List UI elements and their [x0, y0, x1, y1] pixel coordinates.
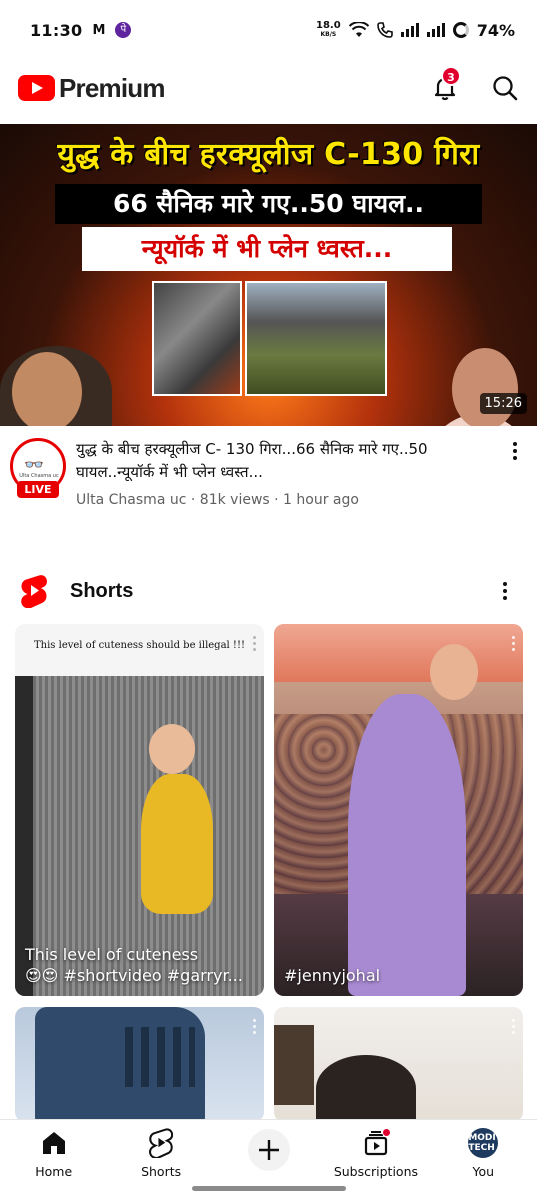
short-1-label: This level of cuteness 😍😍 #shortvideo #g…: [25, 944, 256, 986]
thumb-headline-2: 66 सैनिक मारे गए..50 घायल..: [55, 184, 482, 224]
header-actions: 3: [431, 66, 519, 102]
status-left: 11:30 M पे: [30, 20, 132, 40]
nav-create[interactable]: [215, 1120, 322, 1183]
signal-icon-2: [426, 23, 445, 37]
wifi-icon: [348, 22, 369, 37]
channel-name[interactable]: Ulta Chasma uc: [76, 492, 186, 508]
video-more-button[interactable]: [505, 438, 525, 464]
shorts-icon: [146, 1128, 176, 1158]
nav-subscriptions[interactable]: Subscriptions: [322, 1120, 429, 1183]
thumb-headline-1: युद्ध के बीच हरक्यूलीज C-130 गिरा: [57, 137, 480, 172]
short-4-frame: [274, 1025, 314, 1105]
you-avatar: MODI TECH: [468, 1128, 499, 1158]
subscriptions-new-dot: [381, 1128, 391, 1137]
video-meta: 👓 Ulta Chasma uc LIVE युद्ध के बीच हरक्य…: [0, 438, 537, 508]
thumb-anchor-head: [452, 348, 518, 426]
short-1-baby-head: [149, 724, 195, 774]
video-thumbnail[interactable]: युद्ध के बीच हरक्यूलीज C-130 गिरा 66 सैन…: [0, 124, 537, 426]
video-title[interactable]: युद्ध के बीच हरक्यूलीज C- 130 गिरा...66 …: [76, 438, 505, 484]
short-2-label-line1: #jennyjohal: [284, 966, 381, 985]
shorts-more-button[interactable]: [495, 578, 515, 604]
view-count: 81k views: [199, 492, 270, 508]
status-bar: 11:30 M पे 18.0 KB/S 74%: [0, 0, 537, 60]
short-1-label-line1: This level of cuteness: [25, 945, 199, 964]
phonepe-icon: पे: [115, 22, 132, 38]
nav-subscriptions-label: Subscriptions: [333, 1164, 419, 1179]
gmail-icon: M: [92, 22, 106, 38]
youtube-play-icon: [18, 75, 55, 101]
network-speed-unit: KB/S: [320, 31, 337, 38]
channel-avatar[interactable]: 👓 Ulta Chasma uc LIVE: [10, 438, 66, 498]
short-1-baby-dress: [141, 774, 213, 914]
subscriptions-icon: [361, 1128, 391, 1158]
short-2-singer: [348, 694, 466, 996]
upload-age: 1 hour ago: [283, 492, 359, 508]
short-card-1[interactable]: This level of cuteness should be illegal…: [15, 624, 264, 996]
short-card-4[interactable]: [274, 1007, 523, 1122]
short-card-3[interactable]: [15, 1007, 264, 1122]
shorts-logo-icon: [21, 575, 47, 608]
create-button[interactable]: [247, 1129, 290, 1171]
call-icon: [376, 22, 393, 38]
short-3-object-detail: [125, 1027, 195, 1087]
youtube-premium-logo[interactable]: Premium: [18, 73, 165, 104]
nav-shorts-label: Shorts: [141, 1164, 182, 1179]
short-4-person: [316, 1055, 416, 1122]
gesture-home-indicator[interactable]: [192, 1186, 346, 1191]
shorts-section-title: Shorts: [70, 579, 134, 602]
nav-home[interactable]: Home: [0, 1120, 107, 1183]
bottom-nav: Home Shorts Subscriptions MODI TECH You: [0, 1119, 537, 1183]
status-right: 18.0 KB/S 74%: [316, 21, 515, 40]
short-1-more-button[interactable]: [253, 636, 256, 651]
video-meta-text[interactable]: युद्ध के बीच हरक्यूलीज C- 130 गिरा...66 …: [76, 438, 505, 508]
short-2-more-button[interactable]: [512, 636, 515, 651]
thumb-panel-crash: [152, 281, 242, 396]
notification-badge: 3: [441, 66, 461, 86]
short-4-more-button[interactable]: [512, 1019, 515, 1034]
network-speed: 18.0 KB/S: [316, 21, 341, 39]
search-icon[interactable]: [491, 74, 519, 102]
app-header: Premium 3: [0, 62, 537, 114]
nav-shorts[interactable]: Shorts: [107, 1120, 214, 1183]
notifications-button[interactable]: 3: [431, 66, 461, 102]
short-3-more-button[interactable]: [253, 1019, 256, 1034]
battery-percent: 74%: [476, 20, 515, 40]
short-2-singer-head: [430, 644, 478, 700]
meta-separator: ·: [269, 492, 284, 508]
short-1-label-line2: 😍😍 #shortvideo #garryr...: [25, 966, 243, 985]
live-badge: LIVE: [17, 481, 59, 498]
network-speed-value: 18.0: [316, 20, 341, 31]
shorts-section-header: Shorts: [0, 566, 537, 616]
short-2-label: #jennyjohal: [284, 965, 515, 986]
logo-text: Premium: [59, 72, 165, 103]
nav-you-label: You: [472, 1164, 495, 1179]
status-time: 11:30: [30, 20, 83, 40]
thumb-headline-3: न्यूयॉर्क में भी प्लेन ध्वस्त...: [82, 227, 452, 271]
home-icon: [39, 1128, 69, 1158]
nav-home-label: Home: [35, 1164, 73, 1179]
short-1-caption-top: This level of cuteness should be illegal…: [34, 640, 245, 651]
meta-separator: ·: [186, 492, 200, 508]
battery-icon: [452, 22, 469, 38]
video-duration: 15:26: [479, 393, 527, 414]
plus-icon: [258, 1140, 279, 1160]
thumb-headline-band: युद्ध के बीच हरक्यूलीज C-130 गिरा: [0, 132, 537, 173]
short-card-2[interactable]: #jennyjohal: [274, 624, 523, 996]
thumb-panel-plane: [245, 281, 387, 396]
video-subtitle: Ulta Chasma uc · 81k views · 1 hour ago: [76, 492, 505, 508]
short-2-tent: [274, 624, 523, 682]
channel-avatar-brand: Ulta Chasma uc: [19, 473, 59, 479]
nav-you[interactable]: MODI TECH You: [430, 1120, 537, 1183]
signal-icon-1: [400, 23, 419, 37]
thumb-person-left-head: [12, 352, 82, 426]
glasses-icon: 👓: [24, 455, 44, 474]
